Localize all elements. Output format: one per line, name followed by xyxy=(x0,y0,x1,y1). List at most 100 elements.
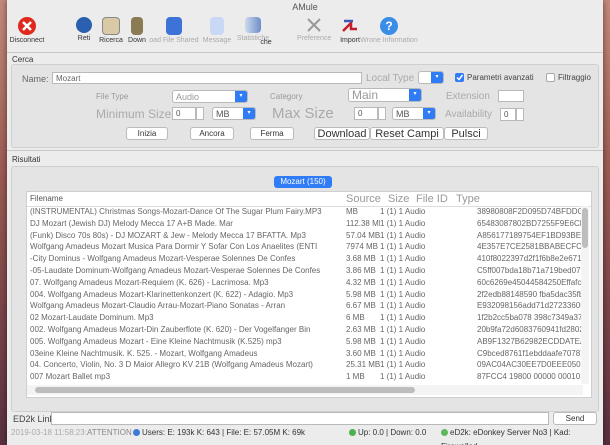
shared-files-button[interactable]: oad File Shared xyxy=(149,17,199,44)
extension-input[interactable] xyxy=(498,90,524,102)
table-row[interactable]: DJ Mozart (Jewish DJ) Melody Mecca 17 A+… xyxy=(27,219,591,230)
min-size-stepper[interactable] xyxy=(196,107,204,120)
table-row[interactable]: 02 Mozart-Laudate Dominum. Mp3 6 MB 1 (1) … xyxy=(27,313,591,324)
table-row[interactable]: 004. Wolfgang Amadeus Mozart-Klarinetten… xyxy=(27,290,591,301)
file-type-label: File Type xyxy=(96,92,129,101)
filename-cell: 004. Wolfgang Amadeus Mozart-Klarinetten… xyxy=(30,289,294,299)
downloads-button[interactable]: Down xyxy=(126,17,148,44)
size-cell: 4.32 MB xyxy=(346,277,376,287)
networks-button[interactable]: Reti xyxy=(73,17,95,42)
messages-icon xyxy=(210,17,224,35)
table-row[interactable]: (INSTRUMENTAL) Christmas Songs-Mozart-Da… xyxy=(27,207,591,218)
tab-mozart[interactable]: Mozart (150) xyxy=(274,176,332,188)
max-size-label: Max Size xyxy=(272,105,334,122)
size-cell: 57.04 MB xyxy=(346,230,380,240)
users-icon xyxy=(133,429,140,437)
col-source[interactable]: Source xyxy=(346,192,381,206)
advanced-checkbox[interactable] xyxy=(455,73,464,82)
file-id-cell: AB9F1327B62982ECDDATEADOC40 xyxy=(477,336,581,346)
max-size-input[interactable]: 0 xyxy=(354,107,378,120)
col-size[interactable]: Size xyxy=(388,192,409,206)
min-size-input[interactable]: 0 xyxy=(172,107,196,120)
size-cell: 7974 MB xyxy=(346,242,379,252)
stop-button[interactable]: Ferma xyxy=(250,127,294,140)
file-id-cell: C9bced8761f1ebddaafe707876f2F xyxy=(477,348,581,358)
col-filename[interactable]: Filename xyxy=(30,192,63,206)
table-row[interactable]: Wolfgang Amadeus Mozart Musica Para Dorm… xyxy=(27,242,591,253)
availability-stepper[interactable] xyxy=(516,108,524,121)
reset-fields-button[interactable]: Reset Campi xyxy=(370,127,444,140)
shared-files-icon xyxy=(166,17,182,35)
horizontal-scroll-thumb[interactable] xyxy=(35,387,415,393)
network-icon xyxy=(76,17,92,33)
chevron-down-icon: ▾ xyxy=(423,108,435,119)
size-cell: MB xyxy=(346,207,358,216)
file-type-select[interactable]: Audio ▾ xyxy=(172,90,248,103)
file-id-cell: E932098156add71d27233605dfe7 xyxy=(477,301,581,311)
more-button[interactable]: Ancora xyxy=(190,127,234,140)
results-panel: Mozart (150) Filename Source Size File I… xyxy=(11,166,599,412)
horizontal-scrollbar[interactable] xyxy=(27,385,583,395)
size-cell: 3.86 MB xyxy=(346,266,376,275)
col-type[interactable]: Type xyxy=(456,192,480,206)
ed2k-input[interactable] xyxy=(51,412,549,425)
filter-checkbox[interactable] xyxy=(546,73,555,82)
sources-type-cell: 1 (1) 1 Audio xyxy=(380,372,426,382)
table-row[interactable]: 04. Concerto, Violin, No. 3 D Maior Alle… xyxy=(27,360,591,371)
file-id-cell: 2f2edb88148590 fba5dac35fb97 xyxy=(477,289,581,299)
clear-button[interactable]: Pulsci xyxy=(444,127,488,140)
vertical-scrollbar[interactable] xyxy=(581,206,589,384)
messages-button[interactable]: Message xyxy=(200,17,234,44)
table-row[interactable]: -City Dominus - Wolfgang Amadeus Mozart-… xyxy=(27,254,591,265)
file-id-cell: 38980808F2D095D74BFDDOEDC28 xyxy=(477,207,581,216)
category-select[interactable]: Main ▾ xyxy=(348,88,422,102)
filename-cell: 007 Mozart Ballet mp3 xyxy=(30,372,111,382)
table-row[interactable]: 002. Wolfgang Amadeus Mozart-Din Zauberf… xyxy=(27,325,591,336)
max-size-stepper[interactable] xyxy=(378,107,386,120)
min-size-unit-select[interactable]: MB ▾ xyxy=(212,107,256,120)
preferences-icon xyxy=(306,17,322,33)
chevron-down-icon: ▾ xyxy=(409,89,421,101)
filename-cell: 005. Wolfgang Amadeus Mozart - Eine Klei… xyxy=(30,336,282,346)
import-icon xyxy=(341,17,359,35)
table-row[interactable]: 03eine Kleine Nachtmusik. K. 525. - Moza… xyxy=(27,349,591,360)
col-file-id[interactable]: File ID xyxy=(416,192,448,206)
table-header: Filename Source Size File ID Type xyxy=(27,192,591,207)
sources-type-cell: 1 (1) 1 Audio xyxy=(380,207,426,216)
status-bar: 2019-03-18 11:58:23: ATTENTION Users: E:… xyxy=(7,426,603,445)
filter-label: Filtraggio xyxy=(558,73,591,82)
table-row[interactable]: -05-Laudate Dominum-Wolfgang Amadeus Moz… xyxy=(27,266,591,277)
start-button[interactable]: Inizia xyxy=(126,127,168,140)
results-table: Filename Source Size File ID Type (INSTR… xyxy=(26,191,592,398)
name-input[interactable]: Mozart xyxy=(52,72,362,84)
min-size-label: Minimum Size xyxy=(96,107,172,121)
chevron-down-icon: ▾ xyxy=(235,91,247,102)
preferences-button[interactable]: Preference xyxy=(297,17,331,42)
filename-cell: (Funk) Disco 70s 80s) - DJ MOZART & Jew … xyxy=(30,230,306,240)
search-button[interactable]: Ricerca xyxy=(97,17,125,44)
size-cell: 6 MB xyxy=(346,313,365,323)
table-row[interactable]: 007 Mozart Ballet mp3 1 MB 1 (1) 1 Audio 87… xyxy=(27,372,591,383)
local-type-select[interactable]: ▾ xyxy=(418,71,444,84)
sources-type-cell: 1 (1) 1 Audio xyxy=(380,277,426,287)
download-button[interactable]: Download xyxy=(314,127,370,140)
filename-cell: -City Dominus - Wolfgang Amadeus Mozart-… xyxy=(30,254,296,264)
file-id-cell: 1f2b2cc5ba078 398c7349a372cc xyxy=(477,313,581,323)
availability-input[interactable]: 0 xyxy=(500,108,516,121)
max-size-unit-select[interactable]: MB ▾ xyxy=(392,107,436,120)
table-row[interactable]: 07. Wolfgang Amadeus Mozart-Requiem (K. … xyxy=(27,278,591,289)
about-button[interactable]: ? Wrone Information xyxy=(359,17,419,44)
vertical-scroll-thumb[interactable] xyxy=(582,208,588,248)
section-divider xyxy=(7,150,603,151)
chevron-down-icon: ▾ xyxy=(243,108,255,119)
table-row[interactable]: 005. Wolfgang Amadeus Mozart - Eine Klei… xyxy=(27,337,591,348)
size-cell: 1 MB xyxy=(346,372,365,382)
results-section-label: Risultati xyxy=(12,155,41,164)
send-button[interactable]: Send xyxy=(553,412,597,425)
status-users: Users: E: 193k K: 643 | File: E: 57.05M … xyxy=(133,426,305,440)
sources-type-cell: 1 (1) 1 Audio xyxy=(380,242,426,252)
table-row[interactable]: (Funk) Disco 70s 80s) - DJ MOZART & Jew … xyxy=(27,231,591,242)
disconnect-button[interactable]: Disconnect xyxy=(9,17,45,44)
table-row[interactable]: Wolfgang Amadeus Mozart-Claudio Arrau-Mo… xyxy=(27,301,591,312)
file-id-cell: C5ff007bda18b71a719bed071c112 xyxy=(477,266,581,275)
